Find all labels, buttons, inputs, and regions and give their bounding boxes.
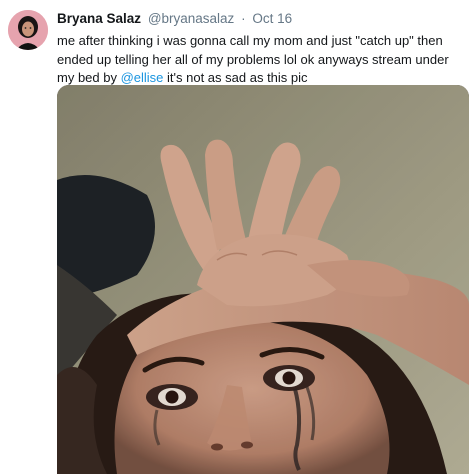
tweet-text: me after thinking i was gonna call my mo… [57, 32, 469, 88]
tweet-card[interactable]: Bryana Salaz @bryanasalaz · Oct 16 me af… [0, 0, 474, 474]
author-name[interactable]: Bryana Salaz [57, 11, 141, 26]
separator-dot: · [241, 11, 246, 26]
profile-avatar-icon[interactable] [8, 10, 48, 50]
mention-link[interactable]: @ellise [121, 70, 164, 85]
tweet-header: Bryana Salaz @bryanasalaz · Oct 16 [57, 11, 292, 27]
tweet-text-part2: it's not as sad as this pic [163, 70, 308, 85]
tweet-date[interactable]: Oct 16 [252, 11, 292, 26]
selfie-photo[interactable] [57, 85, 469, 474]
author-handle[interactable]: @bryanasalaz [148, 11, 235, 26]
